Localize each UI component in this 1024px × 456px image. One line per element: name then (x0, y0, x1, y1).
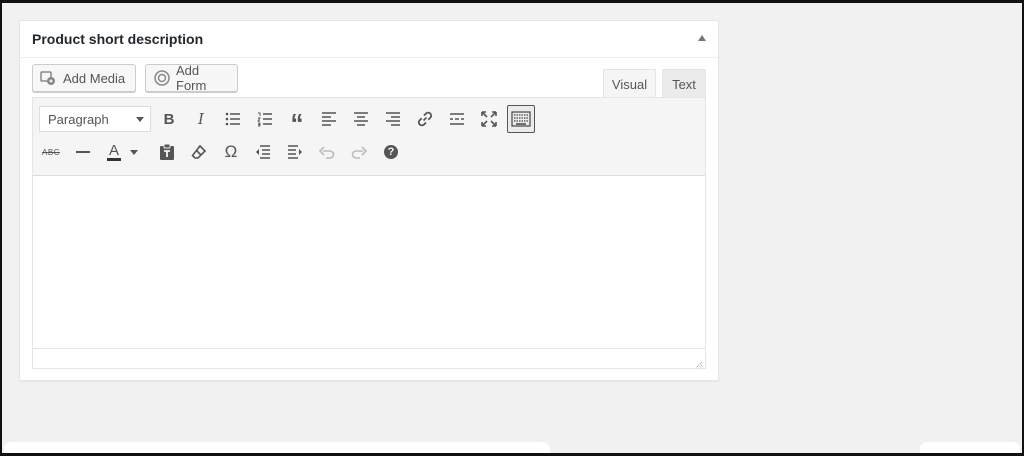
numbered-list-button[interactable] (251, 105, 279, 133)
blockquote-icon: “ (290, 108, 304, 138)
outdent-icon (256, 145, 270, 159)
background-smudge (920, 442, 1020, 456)
indent-button[interactable] (281, 138, 309, 166)
bullet-list-button[interactable] (219, 105, 247, 133)
postbox-title: Product short description (32, 31, 204, 47)
product-short-description-box: Product short description Add Media Add … (19, 20, 719, 381)
outdent-button[interactable] (249, 138, 277, 166)
indent-icon (288, 145, 302, 159)
help-button[interactable]: ? (377, 138, 405, 166)
chevron-down-icon (130, 149, 138, 155)
blockquote-button[interactable]: “ (283, 105, 311, 138)
read-more-icon (450, 113, 464, 125)
add-media-button[interactable]: Add Media (32, 64, 136, 92)
special-character-icon: Ω (224, 142, 238, 161)
collapse-toggle-icon[interactable] (698, 35, 706, 41)
strikethrough-icon: ABC (42, 147, 60, 157)
link-button[interactable] (411, 105, 439, 133)
editor-status-bar (33, 348, 705, 369)
horizontal-line-button[interactable] (69, 138, 97, 166)
fullscreen-icon (481, 111, 497, 127)
format-select-value: Paragraph (48, 111, 109, 127)
align-center-button[interactable] (347, 105, 375, 133)
italic-button[interactable]: I (187, 105, 215, 133)
paste-as-text-icon (160, 143, 174, 160)
align-right-icon (386, 112, 400, 126)
numbered-list-icon (257, 112, 272, 127)
align-left-button[interactable] (315, 105, 343, 133)
bullet-list-icon (225, 112, 240, 126)
special-character-button[interactable]: Ω (217, 138, 245, 166)
read-more-button[interactable] (443, 105, 471, 133)
clear-formatting-button[interactable] (185, 138, 213, 166)
undo-icon (319, 146, 335, 159)
italic-icon: I (198, 110, 204, 128)
chevron-down-icon (136, 117, 144, 122)
editor-toolbar: Paragraph B I “ ABC A Ω ? (33, 98, 705, 176)
undo-button[interactable] (313, 138, 341, 166)
horizontal-line-icon (76, 151, 90, 153)
tab-visual[interactable]: Visual (603, 69, 656, 99)
add-form-icon (153, 69, 171, 87)
add-form-label: Add Form (176, 63, 207, 93)
redo-button[interactable] (345, 138, 373, 166)
add-media-icon (40, 69, 58, 87)
tab-text[interactable]: Text (662, 69, 706, 99)
redo-icon (351, 146, 367, 159)
background-smudge (4, 442, 550, 456)
strikethrough-button[interactable]: ABC (37, 138, 65, 166)
clear-formatting-icon (191, 144, 207, 159)
toolbar-toggle-button[interactable] (507, 105, 535, 133)
resize-handle-icon[interactable] (693, 356, 703, 369)
editor-container: Paragraph B I “ ABC A Ω ? (32, 97, 706, 369)
text-color-button[interactable]: A (101, 138, 127, 166)
format-select[interactable]: Paragraph (39, 106, 151, 132)
help-icon: ? (384, 145, 398, 159)
add-media-label: Add Media (63, 70, 126, 86)
toolbar-toggle-icon (511, 111, 531, 127)
bold-button[interactable]: B (155, 105, 183, 133)
fullscreen-button[interactable] (475, 105, 503, 133)
align-right-button[interactable] (379, 105, 407, 133)
align-center-icon (354, 112, 368, 126)
link-icon (417, 111, 433, 127)
add-form-button[interactable]: Add Form (145, 63, 238, 93)
align-left-icon (322, 112, 336, 126)
editor-content-area[interactable] (33, 176, 705, 349)
text-color-icon: A (106, 141, 121, 161)
postbox-header: Product short description (20, 21, 718, 58)
paste-as-text-button[interactable] (153, 138, 181, 166)
bold-icon: B (163, 110, 175, 128)
text-color-dropdown[interactable] (127, 138, 141, 166)
